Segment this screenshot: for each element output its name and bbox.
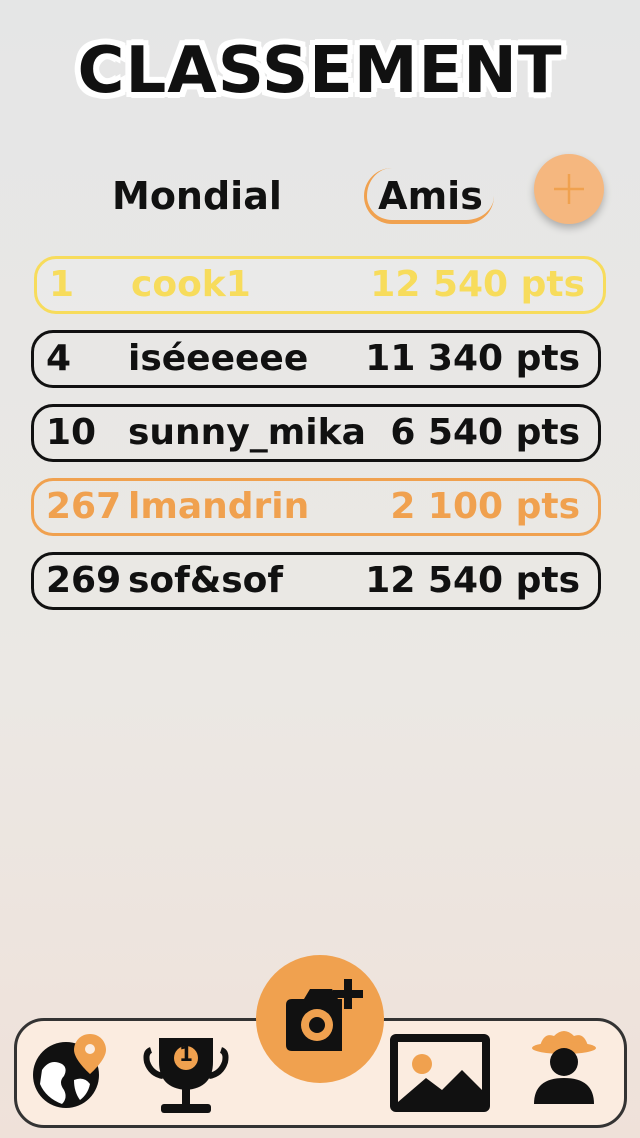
nav-leaderboard-button[interactable]: 1 (143, 1024, 229, 1122)
image-icon (390, 1034, 490, 1112)
leaderboard-row-first[interactable]: 1 cook1 12 540 pts (34, 256, 606, 314)
plus-icon (554, 174, 584, 204)
rank-number: 1 (49, 264, 75, 305)
globe-pin-icon (33, 1034, 106, 1108)
player-points: 12 540 pts (370, 264, 585, 305)
player-name: sof&sof (128, 560, 284, 601)
player-name: lmandrin (128, 486, 310, 527)
nav-gallery-button[interactable] (390, 1034, 490, 1116)
player-name: iséeeeee (128, 338, 309, 379)
player-name: cook1 (131, 264, 251, 305)
player-points: 6 540 pts (390, 412, 580, 453)
player-points: 11 340 pts (365, 338, 580, 379)
nav-camera-button[interactable] (256, 955, 384, 1083)
trophy-icon (143, 1038, 229, 1113)
leaderboard-row[interactable]: 10 sunny_mika 6 540 pts (31, 404, 601, 462)
nav-profile-button[interactable] (528, 1024, 600, 1110)
camera-add-icon (286, 979, 363, 1051)
add-friend-button[interactable] (534, 154, 604, 224)
profile-cowboy-icon (532, 1031, 596, 1104)
tab-amis[interactable]: Amis (364, 168, 494, 224)
player-points: 2 100 pts (390, 486, 580, 527)
rank-number: 10 (46, 412, 97, 453)
rank-number: 267 (46, 486, 122, 527)
leaderboard-row-current-user[interactable]: 267 lmandrin 2 100 pts (31, 478, 601, 536)
nav-map-button[interactable] (28, 1030, 110, 1116)
rank-number: 4 (46, 338, 72, 379)
leaderboard-row[interactable]: 4 iséeeeee 11 340 pts (31, 330, 601, 388)
page-title: CLASSEMENT (77, 34, 563, 108)
rank-number: 269 (46, 560, 122, 601)
player-points: 12 540 pts (365, 560, 580, 601)
tab-mondial[interactable]: Mondial (112, 168, 282, 224)
player-name: sunny_mika (128, 412, 366, 453)
leaderboard-row[interactable]: 269 sof&sof 12 540 pts (31, 552, 601, 610)
trophy-badge: 1 (179, 1042, 193, 1066)
